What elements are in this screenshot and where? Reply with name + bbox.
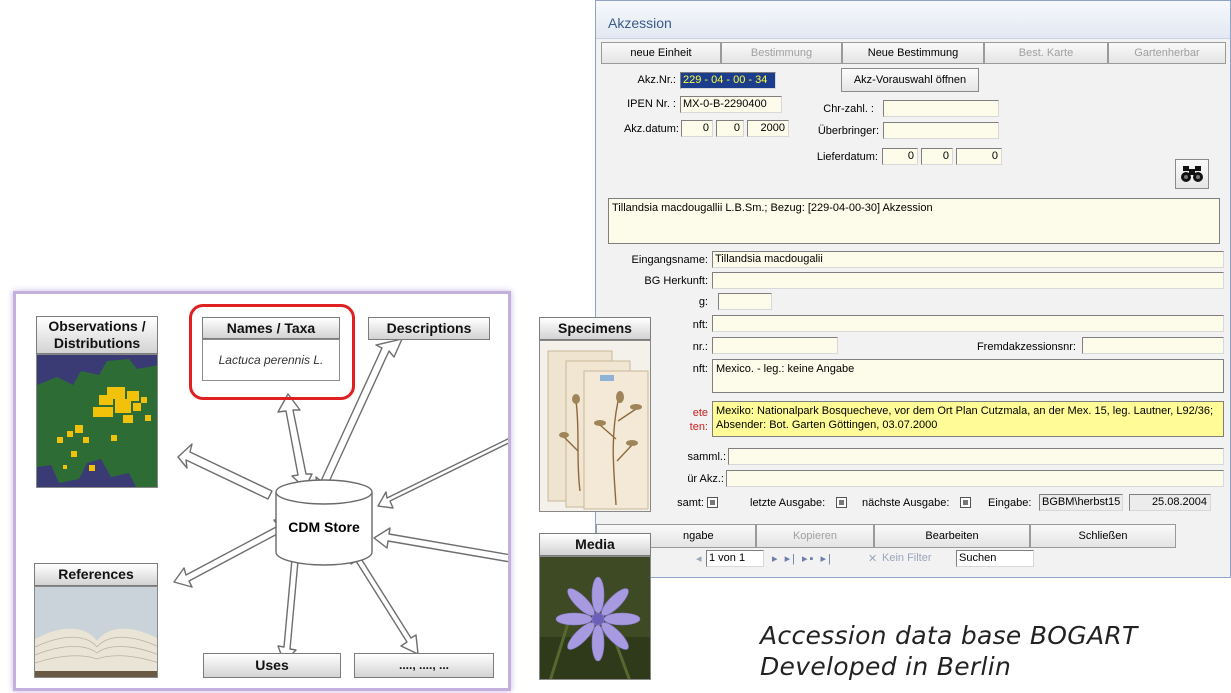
akz-datum-day-field[interactable]: 0	[681, 120, 713, 137]
summary-memo[interactable]: Tillandsia macdougallii L.B.Sm.; Bezug: …	[608, 198, 1220, 244]
lieferdatum-label: Lieferdatum:	[816, 151, 878, 163]
prev-record-icon[interactable]: ◂	[696, 552, 702, 565]
distribution-map	[36, 354, 158, 488]
filter-status[interactable]: Kein Filter	[882, 552, 932, 564]
chr-zahl-field[interactable]	[883, 100, 999, 117]
bearbeiten-button[interactable]: Bearbeiten	[874, 524, 1030, 548]
bg-herkunft-field[interactable]	[712, 272, 1224, 289]
action-button-bar: ngabe Kopieren Bearbeiten Schließen	[596, 524, 1230, 548]
akz-datum-label: Akz.datum:	[623, 123, 679, 135]
eingangsname-field[interactable]: Tillandsia macdougalii	[712, 251, 1224, 268]
tab-neue-bestimmung[interactable]: Neue Bestimmung	[842, 42, 984, 64]
tab-neue-einheit[interactable]: neue Einheit	[601, 42, 721, 64]
samml-field[interactable]	[728, 448, 1224, 465]
ipen-label: IPEN Nr. :	[627, 98, 676, 110]
descriptions-header: Descriptions	[368, 317, 490, 340]
eingabe-user-field[interactable]: BGBM\herbst15	[1039, 494, 1123, 511]
akz-datum-year-field[interactable]: 2000	[747, 120, 789, 137]
record-number-field[interactable]: 1 von 1	[706, 550, 764, 567]
eingabe-date-field[interactable]: 25.08.2004	[1129, 494, 1211, 511]
gesamt-checkbox[interactable]	[707, 497, 718, 508]
window-title: Akzession	[596, 1, 1230, 39]
kopieren-button[interactable]: Kopieren	[756, 524, 874, 548]
cdm-diagram: CDM Store Observations / Distributions N…	[13, 291, 651, 691]
open-book-image	[34, 586, 158, 678]
row3-label: g:	[698, 296, 708, 308]
schliessen-button[interactable]: Schließen	[1030, 524, 1176, 548]
chr-zahl-label: Chr-zahl. :	[823, 103, 874, 115]
fremdakzession-field[interactable]	[1082, 337, 1224, 354]
arrow-specimens	[377, 438, 508, 509]
caption: Accession data base BOGART Developed in …	[760, 620, 1138, 682]
lieferdatum-year-field[interactable]: 0	[956, 148, 1002, 165]
fundort-memo[interactable]: Mexiko: Nationalpark Bosquecheve, vor de…	[712, 401, 1224, 437]
chicory-flower-image	[539, 556, 651, 680]
letzte-ausgabe-label: letzte Ausgabe:	[750, 497, 826, 509]
observations-header: Observations / Distributions	[36, 316, 158, 354]
nav-search-field[interactable]: Suchen	[956, 550, 1034, 567]
tab-bestimmung[interactable]: Bestimmung	[721, 42, 842, 64]
row3-field[interactable]	[718, 293, 772, 310]
lieferdatum-month-field[interactable]: 0	[921, 148, 953, 165]
naechste-ausgabe-checkbox[interactable]	[960, 497, 971, 508]
herbarium-specimens-image	[539, 340, 651, 512]
ueberbringer-label: Überbringer:	[817, 125, 879, 137]
eingangsname-label: Eingangsname:	[631, 254, 708, 266]
akzession-window: Akzession neue Einheit Bestimmung Neue B…	[595, 0, 1231, 578]
arrow-names	[277, 393, 313, 489]
row5-field[interactable]	[712, 337, 838, 354]
row4-field[interactable]	[712, 315, 1224, 332]
references-header: References	[34, 563, 158, 586]
binoculars-icon	[1181, 166, 1203, 182]
filter-icon: ✕	[868, 553, 878, 565]
specimens-header: Specimens	[539, 317, 651, 340]
akz-nr-field[interactable]: 229 - 04 - 00 - 34	[680, 72, 776, 89]
gesamt-label: samt:	[677, 497, 704, 509]
tab-gartenherbar[interactable]: Gartenherbar	[1108, 42, 1226, 64]
uses-header: Uses	[203, 653, 341, 678]
arrow-references	[173, 519, 291, 588]
fremdakzession-label: Fremdakzessionsnr:	[976, 341, 1076, 353]
tab-best-karte[interactable]: Best. Karte	[984, 42, 1108, 64]
lieferdatum-day-field[interactable]: 0	[882, 148, 918, 165]
more-header: ...., ...., ...	[354, 653, 494, 678]
record-navigation-bar: ◂ 1 von 1 ▸ ▸| ▸▪ ▸| ✕ Kein Filter Suche…	[596, 549, 1230, 569]
ueberbringer-field[interactable]	[883, 122, 999, 139]
eingabe-label: Eingabe:	[988, 497, 1032, 509]
names-taxa-example: Lactuca perennis L.	[202, 339, 340, 381]
ipen-field[interactable]: MX-0-B-2290400	[680, 96, 782, 113]
next-record-icons[interactable]: ▸ ▸| ▸▪ ▸|	[772, 552, 833, 565]
naechste-ausgabe-label: nächste Ausgabe:	[862, 497, 950, 509]
letzte-ausgabe-checkbox[interactable]	[836, 497, 847, 508]
bg-herkunft-label: BG Herkunft:	[644, 275, 708, 287]
akz-vorauswahl-button[interactable]: Akz-Vorauswahl öffnen	[841, 68, 979, 92]
cdm-store-label: CDM Store	[288, 519, 360, 535]
arrow-observations	[177, 443, 273, 500]
fuer-akz-field[interactable]	[726, 470, 1224, 487]
media-header: Media	[539, 533, 651, 556]
search-button[interactable]	[1175, 159, 1209, 189]
caption-line-1: Accession data base BOGART	[760, 621, 1138, 650]
akz-datum-month-field[interactable]: 0	[716, 120, 744, 137]
form-tab-row: neue Einheit Bestimmung Neue Bestimmung …	[601, 42, 1226, 64]
caption-line-2: Developed in Berlin	[760, 652, 1012, 681]
akz-nr-label: Akz.Nr.:	[637, 74, 676, 86]
herkunft-memo[interactable]: Mexico. - leg.: keine Angabe	[712, 359, 1224, 393]
arrow-media	[373, 527, 508, 563]
names-taxa-header: Names / Taxa	[202, 317, 340, 339]
